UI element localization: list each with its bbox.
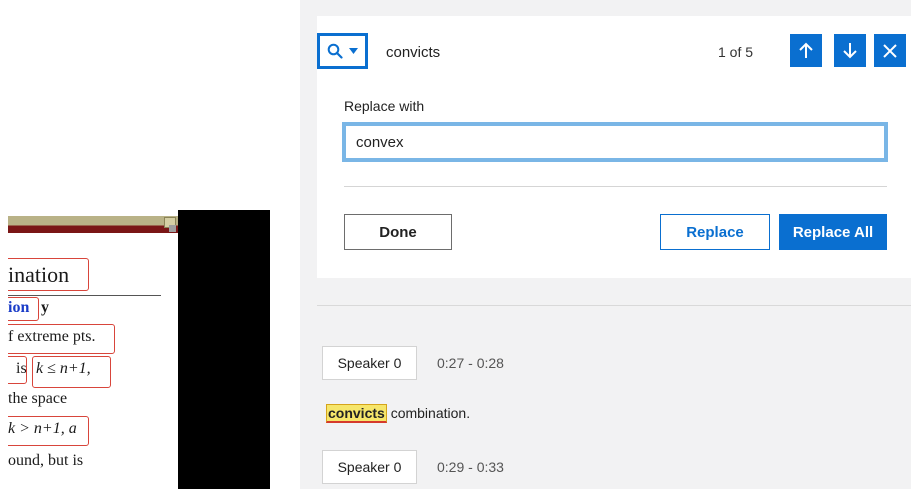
search-icon <box>327 43 343 59</box>
slide-line-2b: y <box>41 299 49 316</box>
slide-title-bar <box>8 216 178 233</box>
timestamp[interactable]: 0:29 - 0:33 <box>437 459 504 475</box>
speaker-label-button[interactable]: Speaker 0 <box>322 346 417 380</box>
speaker-label-button[interactable]: Speaker 0 <box>322 450 417 484</box>
replace-with-label: Replace with <box>344 98 425 114</box>
search-term[interactable]: convicts <box>386 44 440 61</box>
next-match-button[interactable] <box>834 34 866 67</box>
caret-down-icon <box>349 48 358 54</box>
search-options-dropdown[interactable] <box>317 33 368 69</box>
find-replace-panel: convicts 1 of 5 Replace with Done Replac… <box>317 16 911 278</box>
arrow-up-icon <box>799 42 813 58</box>
close-find-button[interactable] <box>874 34 906 67</box>
section-divider <box>317 305 911 306</box>
search-highlight: convicts <box>326 404 387 423</box>
video-pane: ination ion y f extreme pts. is k ≤ n+1,… <box>0 0 300 489</box>
replace-input[interactable] <box>342 122 888 162</box>
transcript-paragraph[interactable]: convicts combination. <box>326 404 471 423</box>
divider <box>344 186 887 187</box>
slide-frame: ination ion y f extreme pts. is k ≤ n+1,… <box>8 210 270 489</box>
replace-button[interactable]: Replace <box>660 214 770 250</box>
slide-page: ination ion y f extreme pts. is k ≤ n+1,… <box>8 210 178 489</box>
slide-line-7: ound, but is <box>8 452 84 469</box>
previous-match-button[interactable] <box>790 34 822 67</box>
done-button[interactable]: Done <box>344 214 452 250</box>
match-count: 1 of 5 <box>718 44 754 60</box>
transcript-text: combination. <box>386 405 471 421</box>
arrow-down-icon <box>843 43 857 59</box>
replace-all-button[interactable]: Replace All <box>779 214 887 250</box>
slide-line-5: the space <box>8 390 68 407</box>
timestamp[interactable]: 0:27 - 0:28 <box>437 355 504 371</box>
close-icon <box>883 43 897 58</box>
